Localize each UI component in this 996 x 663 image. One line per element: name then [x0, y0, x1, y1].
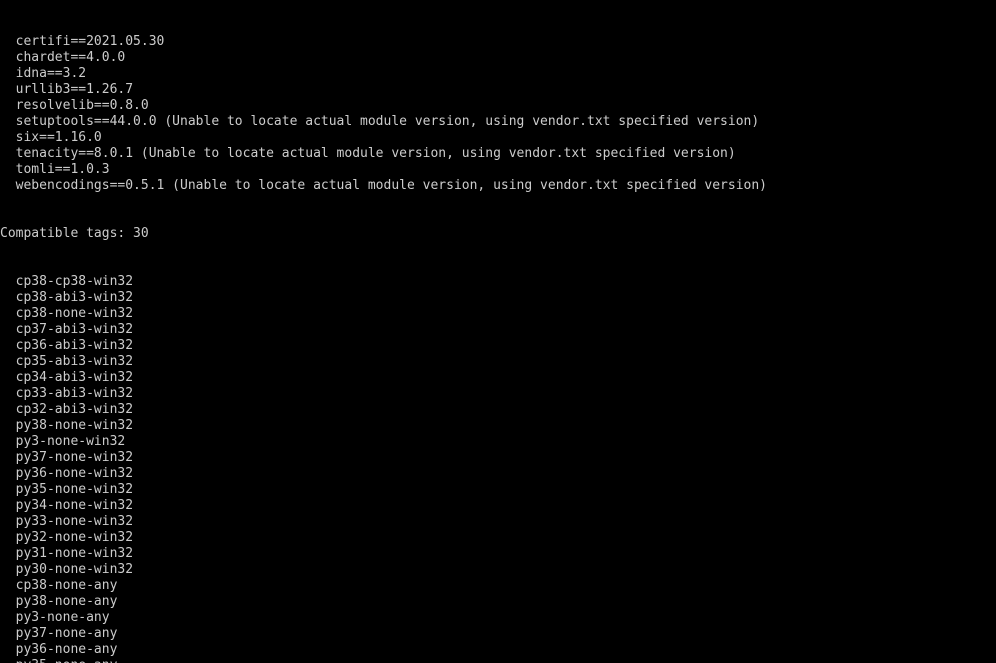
package-line: idna==3.2 [0, 66, 87, 81]
compatible-tag-line: py38-none-win32 [0, 418, 134, 433]
compatible-tags-list: cp38-cp38-win32 cp38-abi3-win32 cp38-non… [0, 274, 996, 663]
package-line: webencodings==0.5.1 (Unable to locate ac… [0, 178, 768, 193]
terminal-output-pane[interactable]: certifi==2021.05.30 chardet==4.0.0 idna=… [0, 0, 996, 663]
compatible-tag-line: cp38-cp38-win32 [0, 274, 134, 289]
package-line: setuptools==44.0.0 (Unable to locate act… [0, 114, 760, 129]
package-line: tomli==1.0.3 [0, 162, 110, 177]
compatible-tag-line: py34-none-win32 [0, 498, 134, 513]
compatible-tag-line: cp34-abi3-win32 [0, 370, 134, 385]
compatible-tag-line: cp37-abi3-win32 [0, 322, 134, 337]
package-line: chardet==4.0.0 [0, 50, 126, 65]
compatible-tag-line: py3-none-win32 [0, 434, 126, 449]
package-line: urllib3==1.26.7 [0, 82, 134, 97]
package-line: resolvelib==0.8.0 [0, 98, 149, 113]
compatible-tag-line: cp36-abi3-win32 [0, 338, 134, 353]
compatible-tag-line: cp33-abi3-win32 [0, 386, 134, 401]
compatible-tag-line: cp38-abi3-win32 [0, 290, 134, 305]
compatible-tag-line: py33-none-win32 [0, 514, 134, 529]
compatible-tag-line: cp35-abi3-win32 [0, 354, 134, 369]
package-line: tenacity==8.0.1 (Unable to locate actual… [0, 146, 736, 161]
compatible-tag-line: cp38-none-any [0, 578, 118, 593]
compatible-tag-line: py37-none-any [0, 626, 118, 641]
compatible-tag-line: cp38-none-win32 [0, 306, 134, 321]
package-line: six==1.16.0 [0, 130, 102, 145]
compatible-tag-line: py30-none-win32 [0, 562, 134, 577]
compatible-tag-line: py36-none-win32 [0, 466, 134, 481]
compatible-tag-line: py38-none-any [0, 594, 118, 609]
compatible-tag-line: py35-none-win32 [0, 482, 134, 497]
compatible-tag-line: py32-none-win32 [0, 530, 134, 545]
compatible-tag-line: py35-none-any [0, 658, 996, 663]
compatible-tag-line: py3-none-any [0, 610, 110, 625]
installed-packages-list: certifi==2021.05.30 chardet==4.0.0 idna=… [0, 34, 996, 194]
compatible-tag-line: cp32-abi3-win32 [0, 402, 134, 417]
package-line: certifi==2021.05.30 [0, 34, 165, 49]
compatible-tags-header: Compatible tags: 30 [0, 226, 149, 241]
compatible-tag-line: py31-none-win32 [0, 546, 134, 561]
compatible-tag-line: py36-none-any [0, 642, 118, 657]
compatible-tag-line: py37-none-win32 [0, 450, 134, 465]
